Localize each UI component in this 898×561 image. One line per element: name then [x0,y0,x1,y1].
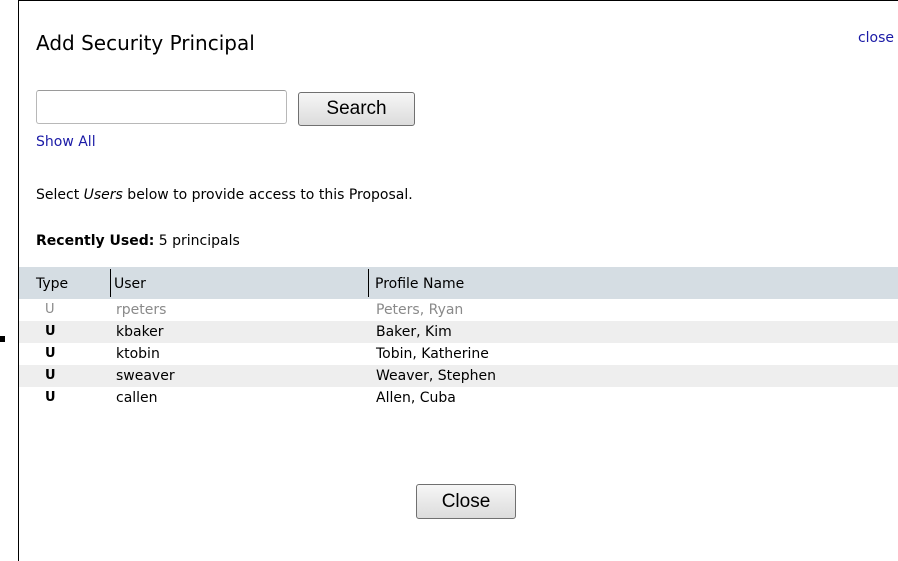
row-profile-name: Peters, Ryan [376,302,464,318]
row-type: U [45,346,56,361]
row-type: U [45,302,55,317]
table-row[interactable]: U callen Allen, Cuba [19,387,898,409]
row-user: sweaver [116,368,175,384]
row-type: U [45,390,56,405]
row-user: ktobin [116,346,160,362]
row-type: U [45,324,56,339]
column-header-type[interactable]: Type [36,267,68,299]
dialog-title: Add Security Principal [36,31,255,55]
recently-used-label: Recently Used: [36,233,155,249]
recently-used-summary: Recently Used: 5 principals [36,233,240,249]
row-profile-name: Weaver, Stephen [376,368,497,384]
instruction-suffix: below to provide access to this Proposal… [122,187,413,203]
row-user: rpeters [116,302,167,318]
table-header: Type User Profile Name [19,267,898,299]
show-all-link[interactable]: Show All [36,134,96,150]
left-edge-marker [0,336,5,342]
instruction-prefix: Select [36,187,84,203]
column-header-profile-name[interactable]: Profile Name [375,267,464,299]
table-row[interactable]: U rpeters Peters, Ryan [19,299,898,321]
column-divider[interactable] [110,269,111,297]
recently-used-count: 5 principals [158,233,240,249]
row-user: callen [116,390,158,406]
close-link[interactable]: close [858,30,894,46]
table-row[interactable]: U ktobin Tobin, Katherine [19,343,898,365]
table-row[interactable]: U sweaver Weaver, Stephen [19,365,898,387]
row-profile-name: Allen, Cuba [376,390,456,406]
search-input[interactable] [36,90,287,124]
add-security-principal-dialog: Add Security Principal close Search Show… [18,0,898,561]
table-row[interactable]: U kbaker Baker, Kim [19,321,898,343]
search-button[interactable]: Search [298,92,415,126]
row-user: kbaker [116,324,164,340]
column-header-user[interactable]: User [114,267,146,299]
instruction-text: Select Users below to provide access to … [36,187,413,203]
page: Add Security Principal close Search Show… [0,0,898,561]
instruction-emphasis: Users [83,187,123,203]
row-type: U [45,368,56,383]
row-profile-name: Baker, Kim [376,324,452,340]
close-button[interactable]: Close [416,484,516,519]
row-profile-name: Tobin, Katherine [376,346,489,362]
column-divider[interactable] [368,269,369,297]
principals-table: Type User Profile Name U rpeters Peters,… [19,267,898,409]
